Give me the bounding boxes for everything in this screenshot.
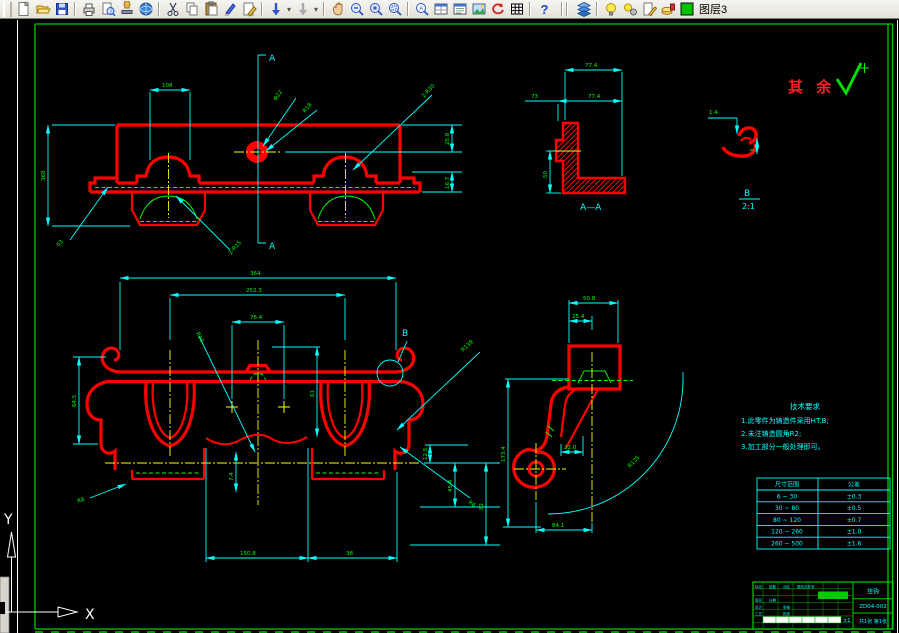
notes-title: 技术要求	[790, 401, 820, 411]
dim-text[interactable]: 76.4	[250, 315, 263, 321]
dim-text[interactable]: 77.4	[585, 63, 598, 69]
table-cell: ±1.6	[847, 541, 862, 548]
dim-text[interactable]: 73	[531, 94, 538, 100]
dim-text[interactable]: 50.8	[583, 296, 596, 302]
dim-text[interactable]: 64.5	[72, 394, 78, 407]
svg-text:标记: 标记	[755, 584, 763, 589]
dim-text[interactable]: 61	[310, 390, 316, 397]
dim-text[interactable]: 25.8	[445, 132, 451, 145]
table-cell: ±1.0	[847, 529, 862, 536]
dim-text[interactable]: 38	[346, 551, 353, 557]
svg-text:处数: 处数	[769, 584, 777, 589]
dim-text[interactable]: 16.7	[445, 176, 451, 189]
note-line: 1.此零件为铸造件采用HT.B;	[741, 416, 829, 425]
dim-text[interactable]: 82	[479, 503, 485, 510]
dim-text[interactable]: 84.1	[552, 523, 564, 529]
dim-text[interactable]: 108	[162, 83, 173, 89]
general-tolerance: ±1	[843, 618, 850, 624]
section-label-a-bottom[interactable]: A	[269, 242, 276, 252]
table-cell: 120 ~ 260	[771, 529, 803, 536]
surface-note-text[interactable]: 其 余	[788, 78, 835, 96]
dim-text[interactable]: 173.4	[501, 446, 507, 462]
dim-text[interactable]: 25.4	[572, 314, 585, 320]
dim-text[interactable]: 252.3	[246, 288, 262, 294]
y-axis-label: Y	[3, 512, 13, 528]
note-line: 3.加工部分一般处理即可。	[741, 442, 825, 451]
dim-text[interactable]: 3	[750, 148, 756, 152]
note-line: 2.未注铸造圆角R2;	[741, 429, 801, 438]
dim-text[interactable]: 1.4	[709, 110, 718, 116]
dim-text[interactable]: 368	[41, 170, 47, 181]
svg-text:更改文件号: 更改文件号	[797, 584, 815, 589]
cad-window: ▾ ▾ A ? 图层3 Y X A A 108 Φ22 R18 2-R30 36…	[0, 0, 899, 633]
dim-text[interactable]: 364	[250, 271, 261, 277]
table-header: 公差	[848, 481, 860, 489]
table-header: 尺寸范围	[775, 481, 799, 489]
dim-text[interactable]: 50	[543, 171, 549, 178]
table-cell: 80 ~ 120	[773, 517, 801, 524]
svg-text:批准: 批准	[783, 611, 791, 616]
drawing-canvas[interactable]: Y X A A 108 Φ22 R18 2-R30 368 δ3 2-R15 2…	[0, 0, 899, 633]
aa-view-label[interactable]: A—A	[580, 203, 602, 213]
part-name: 挂钩	[867, 588, 879, 596]
b-detail-scale[interactable]: 2:1	[742, 202, 755, 211]
toolbar-fragment[interactable]	[0, 576, 10, 633]
dim-text[interactable]: 7.4	[229, 472, 235, 481]
title-block-white-cells	[762, 616, 842, 624]
svg-text:签名: 签名	[755, 598, 762, 603]
drawing-number: ZD04-002	[859, 604, 886, 610]
dim-text[interactable]: 22.0	[564, 445, 577, 451]
dim-text[interactable]: 12.5	[423, 447, 429, 460]
table-cell: 260 ~ 500	[771, 541, 803, 548]
dim-text[interactable]: 150.8	[240, 551, 256, 557]
b-detail-label[interactable]: B	[744, 189, 750, 199]
part-name-highlight[interactable]	[818, 591, 848, 600]
x-axis-label: X	[85, 607, 95, 623]
section-label-a-top[interactable]: A	[269, 54, 276, 64]
table-cell: ±0.5	[847, 505, 862, 512]
svg-text:工艺: 工艺	[755, 611, 763, 616]
detail-b-callout-label[interactable]: B	[402, 329, 408, 339]
table-cell: ±0.3	[847, 493, 862, 500]
table-cell: 30 ~ 80	[775, 505, 799, 512]
canvas-background	[0, 19, 899, 633]
dim-text[interactable]: 77.4	[588, 94, 601, 100]
svg-text:分区: 分区	[783, 584, 791, 589]
svg-text:日期: 日期	[769, 598, 777, 603]
svg-text:审核: 审核	[783, 605, 791, 610]
svg-text:设计: 设计	[755, 605, 763, 610]
table-cell: 6 ~ 30	[777, 493, 797, 500]
sheet-info: 共1张 第1张	[859, 618, 887, 625]
table-cell: ±0.7	[847, 517, 862, 524]
